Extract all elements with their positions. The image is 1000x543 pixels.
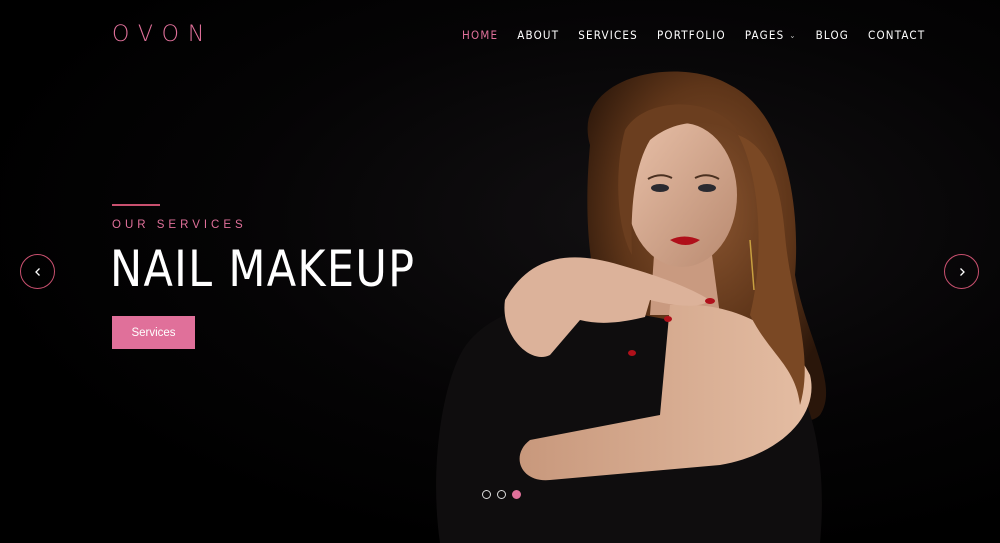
- chevron-left-icon: [34, 267, 40, 276]
- hero-title: NAIL MAKEUP: [110, 240, 416, 298]
- nav-item-about[interactable]: ABOUT: [517, 28, 559, 42]
- nav-item-contact[interactable]: CONTACT: [868, 28, 925, 42]
- hero-slider: OVON HOME ABOUT SERVICES PORTFOLIO PAGES…: [0, 0, 1000, 543]
- hero-eyebrow: OUR SERVICES: [112, 219, 247, 231]
- slide-dot-2[interactable]: [497, 490, 506, 499]
- services-button[interactable]: Services: [112, 316, 195, 349]
- slide-dot-3[interactable]: [512, 490, 521, 499]
- nav-item-home[interactable]: HOME: [462, 28, 498, 42]
- chevron-down-icon: ⌄: [789, 30, 797, 40]
- brand-logo[interactable]: OVON: [112, 22, 213, 47]
- chevron-right-icon: [959, 267, 965, 276]
- next-slide-button[interactable]: [944, 254, 979, 289]
- eyebrow-divider: [112, 204, 160, 206]
- nav-item-pages-label: PAGES: [744, 28, 785, 42]
- slide-dot-1[interactable]: [482, 490, 491, 499]
- slider-pagination: [482, 490, 521, 499]
- main-nav: HOME ABOUT SERVICES PORTFOLIO PAGES ⌄ BL…: [462, 28, 944, 42]
- nav-item-pages[interactable]: PAGES ⌄: [745, 28, 797, 42]
- model-portrait-image: [436, 71, 827, 543]
- nav-item-blog[interactable]: BLOG: [816, 28, 849, 42]
- nav-item-services[interactable]: SERVICES: [578, 28, 638, 42]
- prev-slide-button[interactable]: [20, 254, 55, 289]
- nav-item-portfolio[interactable]: PORTFOLIO: [657, 28, 726, 42]
